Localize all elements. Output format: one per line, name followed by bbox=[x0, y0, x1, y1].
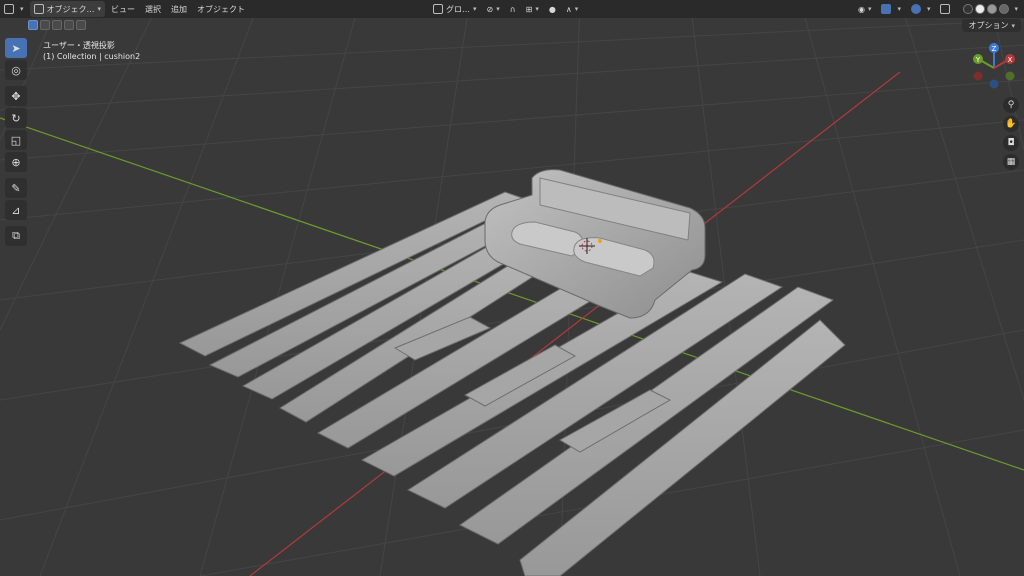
ortho-toggle-button[interactable]: ▦ bbox=[1003, 154, 1019, 170]
transform-tool[interactable]: ⊕ bbox=[5, 152, 27, 172]
pan-button[interactable]: ✋ bbox=[1003, 116, 1019, 132]
pivot-icon: ⊘ bbox=[486, 4, 494, 14]
chevron-down-icon: ▾ bbox=[20, 5, 24, 13]
snap-toggle[interactable]: ∩ bbox=[506, 1, 520, 17]
overlay-toggle[interactable]: ▾ bbox=[907, 1, 935, 17]
menu-object[interactable]: オブジェクト bbox=[193, 1, 249, 17]
select-box-tool[interactable]: ➤ bbox=[5, 38, 27, 58]
solid-shading-icon[interactable] bbox=[975, 4, 986, 14]
add-cube-tool[interactable]: ⧉ bbox=[5, 226, 27, 246]
collection-info: (1) Collection | cushion2 bbox=[43, 52, 141, 61]
crosshair-icon: ◎ bbox=[11, 63, 21, 77]
rotate-icon: ↻ bbox=[11, 111, 21, 125]
snap-target-button[interactable]: ⊞ ▾ bbox=[522, 1, 543, 17]
camera-view-button[interactable]: ◘ bbox=[1003, 135, 1019, 151]
view-name: ユーザー・透視投影 bbox=[43, 41, 115, 50]
cursor-tool[interactable]: ◎ bbox=[5, 60, 27, 80]
falloff-curve-icon: ∧ bbox=[565, 4, 572, 14]
rotate-tool[interactable]: ↻ bbox=[5, 108, 27, 128]
chevron-down-icon: ▾ bbox=[535, 5, 539, 13]
navigation-gizmo[interactable]: Z Y X bbox=[968, 40, 1020, 92]
menu-view[interactable]: ビュー bbox=[107, 1, 139, 17]
shading-modes: ▾ bbox=[959, 1, 1022, 17]
selection-mode-row bbox=[28, 20, 86, 32]
overlay-icon bbox=[910, 4, 921, 14]
select-new-icon[interactable] bbox=[28, 20, 38, 30]
zoom-button[interactable]: ⚲ bbox=[1003, 97, 1019, 113]
y-axis-label: Y bbox=[975, 56, 981, 64]
orientation-label: グロ… bbox=[446, 4, 471, 14]
object-origin bbox=[598, 239, 602, 243]
move-arrows-icon: ✥ bbox=[11, 89, 21, 103]
select-intersect-icon[interactable] bbox=[76, 20, 86, 30]
select-extend-icon[interactable] bbox=[40, 20, 50, 30]
orientation-icon bbox=[433, 4, 444, 14]
proportional-edit-icon: ● bbox=[548, 4, 556, 14]
chevron-down-icon[interactable]: ▾ bbox=[1014, 5, 1018, 13]
3d-viewport[interactable] bbox=[0, 0, 1024, 576]
transform-icon: ⊕ bbox=[11, 155, 21, 169]
object-mode-icon bbox=[33, 4, 44, 14]
tool-shelf: ➤ ◎ ✥ ↻ ◱ ⊕ ✎ ⊿ ⧉ bbox=[5, 38, 31, 246]
xray-icon bbox=[940, 4, 951, 14]
cursor-arrow-icon: ➤ bbox=[11, 41, 21, 55]
annotate-tool[interactable]: ✎ bbox=[5, 178, 27, 198]
chevron-down-icon: ▾ bbox=[97, 5, 102, 13]
options-label: オプション bbox=[968, 21, 1009, 30]
pivot-point-button[interactable]: ⊘ ▾ bbox=[483, 1, 504, 17]
chevron-down-icon: ▾ bbox=[926, 5, 931, 13]
falloff-button[interactable]: ∧ ▾ bbox=[562, 1, 582, 17]
chevron-down-icon: ▾ bbox=[867, 5, 872, 13]
chevron-down-icon: ▾ bbox=[1011, 21, 1015, 30]
ruler-icon: ⊿ bbox=[11, 203, 21, 217]
proportional-edit-toggle[interactable]: ● bbox=[545, 1, 560, 17]
neg-x-handle bbox=[973, 71, 983, 81]
menu-add[interactable]: 追加 bbox=[167, 1, 191, 17]
mode-selector[interactable]: オブジェク… ▾ bbox=[29, 1, 106, 17]
select-invert-icon[interactable] bbox=[64, 20, 74, 30]
chevron-down-icon: ▾ bbox=[897, 5, 901, 13]
gizmo-toggle[interactable]: ▾ bbox=[877, 1, 905, 17]
magnet-icon: ∩ bbox=[509, 4, 516, 14]
mode-label: オブジェク… bbox=[46, 4, 95, 14]
gizmo-icon bbox=[881, 4, 892, 14]
options-button[interactable]: オプション ▾ bbox=[962, 19, 1021, 32]
x-axis-label: X bbox=[1008, 56, 1013, 64]
camera-icon: ◘ bbox=[1007, 138, 1015, 148]
neg-z-handle bbox=[989, 79, 999, 89]
chevron-down-icon: ▾ bbox=[574, 5, 579, 13]
menu-select[interactable]: 選択 bbox=[141, 1, 165, 17]
chevron-down-icon: ▾ bbox=[496, 5, 500, 13]
visibility-button[interactable]: ◉ ▾ bbox=[854, 1, 876, 17]
grid-icon: ▦ bbox=[1006, 157, 1016, 167]
scale-tool[interactable]: ◱ bbox=[5, 130, 27, 150]
z-axis-label: Z bbox=[992, 45, 997, 53]
neg-y-handle bbox=[1005, 71, 1015, 81]
header-right-group: ◉ ▾ ▾ ▾ ▾ bbox=[854, 1, 1024, 17]
xray-toggle[interactable] bbox=[936, 1, 957, 17]
magnifier-icon: ⚲ bbox=[1007, 100, 1015, 110]
select-subtract-icon[interactable] bbox=[52, 20, 62, 30]
transform-orientation-selector[interactable]: グロ… ▾ bbox=[429, 1, 481, 17]
move-tool[interactable]: ✥ bbox=[5, 86, 27, 106]
measure-tool[interactable]: ⊿ bbox=[5, 200, 27, 220]
eye-icon: ◉ bbox=[857, 4, 865, 14]
material-shading-icon[interactable] bbox=[987, 4, 998, 14]
wireframe-shading-icon[interactable] bbox=[963, 4, 974, 14]
add-cube-icon: ⧉ bbox=[12, 229, 20, 242]
editor-type-menu[interactable]: ▾ bbox=[0, 1, 28, 17]
hand-icon: ✋ bbox=[1005, 119, 1017, 129]
rendered-shading-icon[interactable] bbox=[999, 4, 1010, 14]
editor-type-icon bbox=[4, 4, 14, 14]
viewport-header: ▾ オブジェク… ▾ ビュー 選択 追加 オブジェクト グロ… ▾ ⊘ ▾ ∩ ⊞… bbox=[0, 0, 1024, 18]
pencil-icon: ✎ bbox=[11, 181, 21, 195]
scale-icon: ◱ bbox=[10, 133, 22, 147]
chevron-down-icon: ▾ bbox=[473, 5, 477, 13]
snap-increment-icon: ⊞ bbox=[525, 4, 533, 14]
